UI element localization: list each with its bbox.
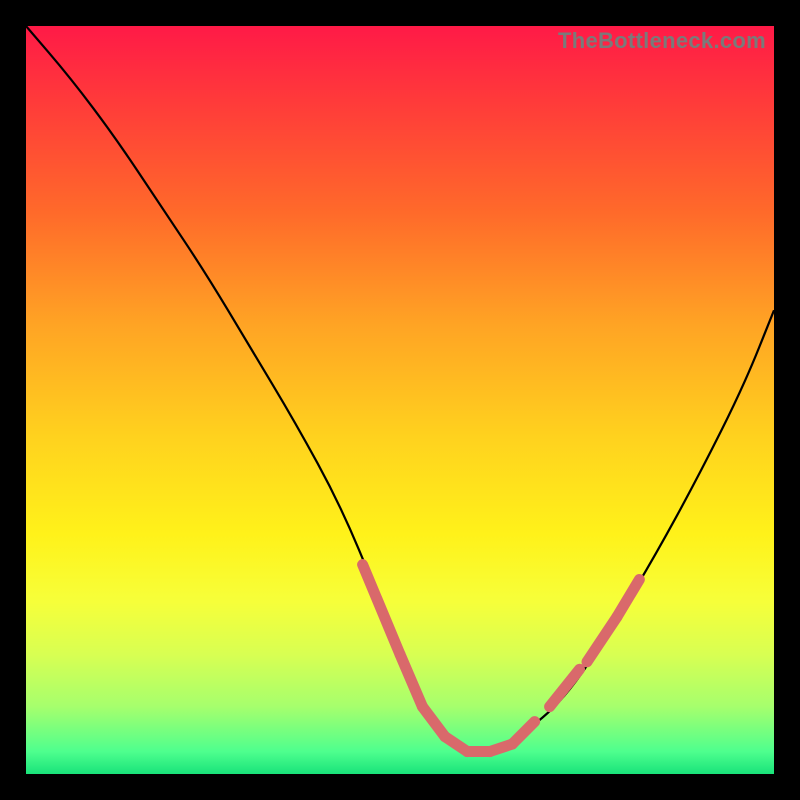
curve-dash-segment bbox=[550, 669, 580, 706]
curve-dash-segment bbox=[422, 707, 444, 737]
curve-dash-segment bbox=[363, 565, 400, 655]
bottleneck-curve bbox=[26, 26, 774, 774]
curve-dash-segment bbox=[587, 617, 617, 662]
curve-dash-segment bbox=[617, 580, 639, 617]
curve-dash-segment bbox=[512, 722, 534, 744]
curve-dash-segment bbox=[400, 654, 422, 706]
dash-group bbox=[363, 565, 640, 752]
chart-plot-area: TheBottleneck.com bbox=[26, 26, 774, 774]
